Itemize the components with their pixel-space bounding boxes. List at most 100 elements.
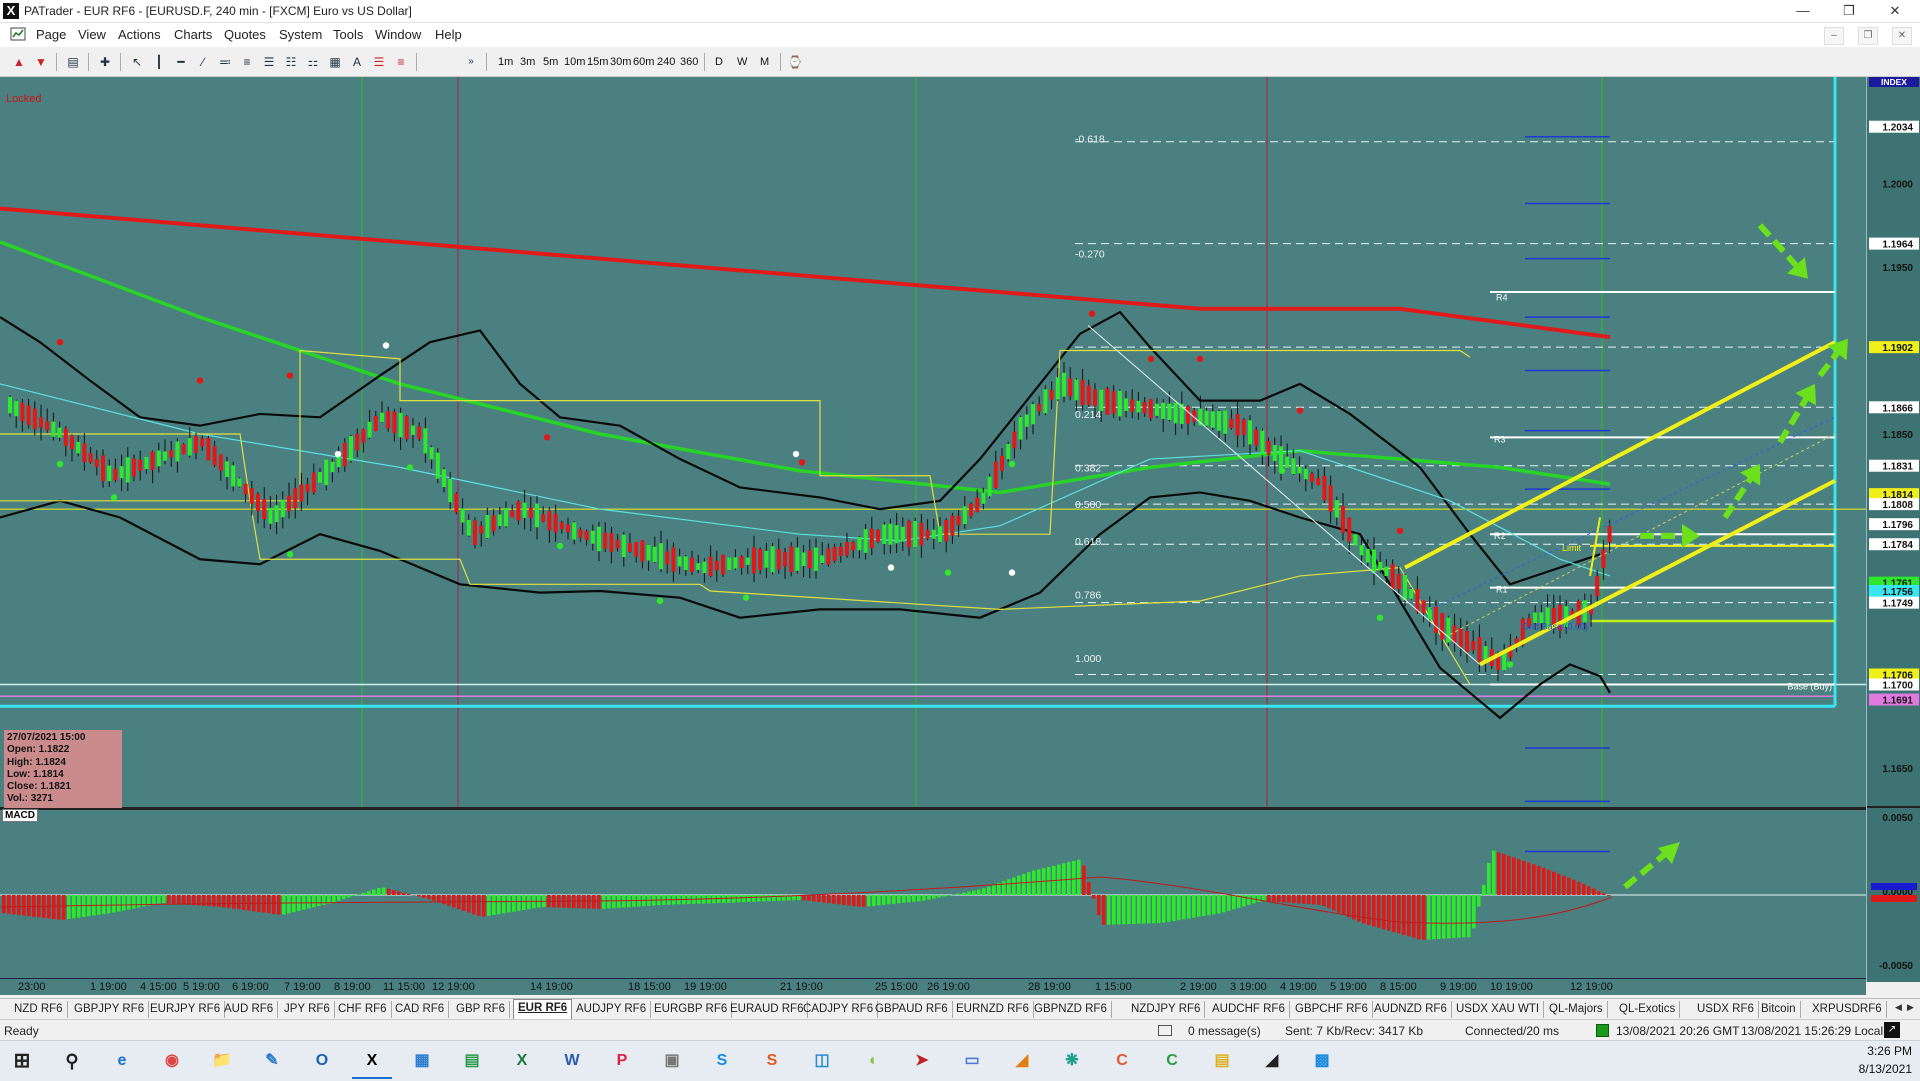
tab-scroll-left-icon[interactable]: ◀ [1895, 1002, 1902, 1013]
search-icon[interactable]: ⚲ [52, 1045, 92, 1077]
period-monthly[interactable]: M [758, 53, 771, 71]
mdi-minimize-icon[interactable]: – [1824, 27, 1844, 45]
notes-icon[interactable]: ✎ [252, 1045, 292, 1077]
symbol-tab[interactable]: NZDJPY RF6 [1127, 1001, 1205, 1018]
symbol-tab[interactable]: CHF RF6 [334, 1001, 392, 1018]
symbol-tab[interactable]: GBPJPY RF6 [70, 1001, 149, 1018]
app-icon-c-green[interactable]: C [1152, 1045, 1192, 1077]
timeframe-240[interactable]: 240 [655, 53, 677, 71]
patrader-icon[interactable]: X [352, 1045, 392, 1079]
app-icon-green[interactable]: ◖ [852, 1045, 892, 1077]
timeframe-30m[interactable]: 30m [608, 53, 633, 71]
symbol-tab[interactable]: AUDJPY RF6 [572, 1001, 651, 1018]
symbol-tab[interactable]: AUDNZD RF6 [1370, 1001, 1452, 1018]
period-daily[interactable]: D [713, 53, 725, 71]
app-icon-yellow[interactable]: ▤ [1202, 1045, 1242, 1077]
symbol-tab[interactable]: EUR RF6 [513, 999, 572, 1020]
mdi-close-icon[interactable]: ✕ [1892, 27, 1912, 45]
slack-icon[interactable]: ❋ [1052, 1045, 1092, 1077]
symbol-tab[interactable]: QL-Exotics [1615, 1001, 1680, 1018]
outlook-icon[interactable]: O [302, 1045, 342, 1077]
timeframe-5m[interactable]: 5m [541, 53, 560, 71]
text-tool-icon[interactable]: A [348, 53, 366, 71]
symbol-tab[interactable]: EURJPY RF6 [146, 1001, 225, 1018]
more-tools-icon[interactable]: » [462, 53, 480, 71]
crosshair-icon[interactable]: ✚ [96, 53, 114, 71]
timeframe-1m[interactable]: 1m [496, 53, 515, 71]
clock-icon[interactable]: ⌚ [786, 53, 804, 71]
timeframe-3m[interactable]: 3m [518, 53, 537, 71]
cycle-lines-icon[interactable]: ⚏ [304, 53, 322, 71]
menu-page[interactable]: Page [36, 27, 66, 42]
app-icon-red[interactable]: ➤ [902, 1045, 942, 1077]
fib-fan-icon[interactable]: ☰ [260, 53, 278, 71]
taskbar-time[interactable]: 3:26 PM [1852, 1044, 1912, 1058]
symbol-tab[interactable]: JPY RF6 [280, 1001, 335, 1018]
word-icon[interactable]: W [552, 1045, 592, 1077]
app-icon-grey[interactable]: ▣ [652, 1045, 692, 1077]
powerpoint-icon[interactable]: P [602, 1045, 642, 1077]
timeframe-60m[interactable]: 60m [631, 53, 656, 71]
excel-icon[interactable]: X [502, 1045, 542, 1077]
edge-icon[interactable]: e [102, 1045, 142, 1077]
timeframe-15m[interactable]: 15m [585, 53, 610, 71]
pointer-icon[interactable]: ↖ [128, 53, 146, 71]
period-weekly[interactable]: W [735, 53, 749, 71]
symbol-tab[interactable]: XRPUSDRF6 [1808, 1001, 1887, 1018]
restore-icon[interactable]: ❐ [1826, 0, 1872, 22]
mail-icon[interactable] [1158, 1025, 1172, 1036]
app-icon-blue[interactable]: ▭ [952, 1045, 992, 1077]
file-explorer-icon[interactable]: 📁 [202, 1045, 242, 1077]
symbol-tab[interactable]: GBPNZD RF6 [1030, 1001, 1112, 1018]
finance-icon[interactable]: ▤ [452, 1045, 492, 1077]
vertical-line-icon[interactable]: ┃ [150, 53, 168, 71]
symbol-tab[interactable]: QL-Majors [1545, 1001, 1608, 1018]
symbol-tab[interactable]: EURAUD RF6 [726, 1001, 808, 1018]
app-icon-s[interactable]: S [752, 1045, 792, 1077]
symbol-tab[interactable]: CADJPY RF6 [799, 1001, 878, 1018]
symbol-tab[interactable]: USDX XAU WTI [1452, 1001, 1544, 1018]
symbol-tab[interactable]: NZD RF6 [10, 1001, 68, 1018]
app-icon-c[interactable]: C [1102, 1045, 1142, 1077]
symbol-tab[interactable]: AUD RF6 [220, 1001, 278, 1018]
menu-system[interactable]: System [279, 27, 322, 42]
menu-tools[interactable]: Tools [333, 27, 363, 42]
price-axis[interactable]: INDEX1.20341.20001.19641.19501.19021.186… [1866, 77, 1920, 982]
remote-desktop-icon[interactable]: ◫ [802, 1045, 842, 1077]
symbol-tab[interactable]: EURGBP RF6 [650, 1001, 732, 1018]
minimize-icon[interactable]: — [1780, 0, 1826, 22]
app-icon-orange[interactable]: ◢ [1002, 1045, 1042, 1077]
sell-icon[interactable]: ▼ [32, 53, 50, 71]
grid-icon[interactable]: ☰ [370, 53, 388, 71]
close-icon[interactable]: ✕ [1872, 0, 1918, 22]
menu-charts[interactable]: Charts [174, 27, 212, 42]
start-icon[interactable]: ⊞ [2, 1045, 42, 1077]
symbol-tab[interactable]: Bitcoin [1757, 1001, 1801, 1018]
app-icon-network[interactable]: ▩ [1302, 1045, 1342, 1077]
menu-help[interactable]: Help [435, 27, 462, 42]
buy-icon[interactable]: ▲ [10, 53, 28, 71]
symbol-tab[interactable]: CAD RF6 [391, 1001, 449, 1018]
symbol-tab[interactable]: GBPAUD RF6 [871, 1001, 953, 1018]
skype-icon[interactable]: S [702, 1045, 742, 1077]
menu-window[interactable]: Window [375, 27, 421, 42]
chart-menu-icon[interactable] [10, 27, 26, 41]
menu-view[interactable]: View [78, 27, 106, 42]
status-messages[interactable]: 0 message(s) [1188, 1024, 1261, 1038]
app-icon-black[interactable]: ◢ [1252, 1045, 1292, 1077]
mdi-restore-icon[interactable]: ❐ [1858, 27, 1878, 45]
taskbar-date[interactable]: 8/13/2021 [1840, 1062, 1912, 1076]
timeframe-10m[interactable]: 10m [562, 53, 587, 71]
calculator-icon[interactable]: ▦ [402, 1045, 442, 1077]
symbol-tab[interactable]: EURNZD RF6 [952, 1001, 1034, 1018]
levels-icon[interactable]: ≡ [392, 53, 410, 71]
symbol-tab[interactable]: GBPCHF RF6 [1291, 1001, 1373, 1018]
gann-icon[interactable]: ☷ [282, 53, 300, 71]
symbol-tab[interactable]: USDX RF6 [1693, 1001, 1759, 1018]
symbol-tab[interactable]: AUDCHF RF6 [1208, 1001, 1290, 1018]
price-chart[interactable]: -0.618-0.2700.2140.3820.5000.6180.7861.0… [0, 77, 1920, 982]
menu-actions[interactable]: Actions [118, 27, 161, 42]
fibonacci-icon[interactable]: ≡ [238, 53, 256, 71]
trendline-icon[interactable]: ∕ [194, 53, 212, 71]
chrome-icon[interactable]: ◉ [152, 1045, 192, 1077]
